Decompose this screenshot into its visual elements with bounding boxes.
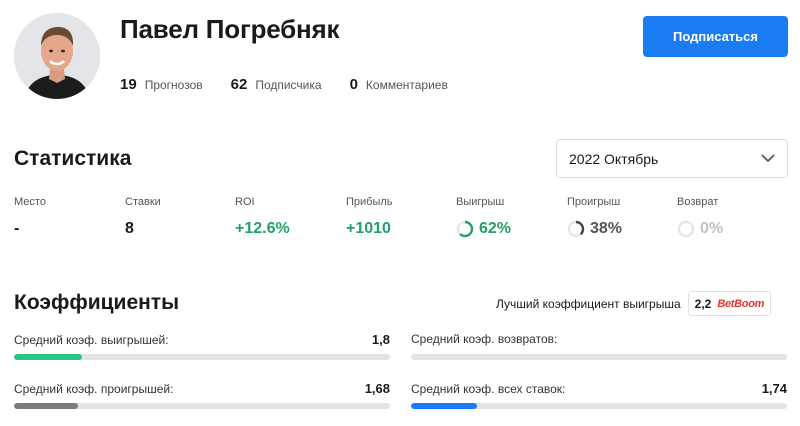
stat-label: Возврат [677,196,719,208]
stat-value-row: 0% [677,219,723,239]
coef-bar [14,403,390,409]
best-coefficient-value: 2,2 [694,296,712,311]
profile-name: Павел Погребняк [120,14,340,44]
coef-bar-fill [14,403,78,409]
best-coefficient-badge[interactable]: 2,2 BetBoom [687,291,772,316]
stat-value: 62% [479,220,512,237]
statistics-title: Статистика [14,147,132,170]
stat-value: +1010 [346,220,391,237]
stat-loss: Проигрыш 38% [567,196,622,239]
ring-track [677,220,695,238]
subscribers-count[interactable]: 62 Подписчика [231,76,322,93]
coef-bar [14,354,390,360]
coef-refunds: Средний коэф. возвратов: [411,332,787,360]
stat-label: Выигрыш [456,196,505,208]
coef-bar [411,354,787,360]
coef-wins: Средний коэф. выигрышей: 1,8 [14,332,390,360]
stat-value-row: 62% [456,219,511,239]
coef-all-bets: Средний коэф. всех ставок: 1,74 [411,381,787,409]
stat-label: Место [14,196,46,208]
coef-label: Средний коэф. всех ставок: [411,382,566,396]
loss-progress-ring [567,220,585,238]
chevron-down-icon [761,154,775,163]
subscribe-button[interactable]: Подписаться [643,16,788,57]
avatar-image [14,13,100,99]
period-select[interactable]: 2022 Октябрь [556,139,788,178]
stat-value-row: 38% [567,219,622,239]
coef-bar-fill [14,354,82,360]
coefficients-title: Коэффициенты [14,291,180,314]
best-coefficient-label: Лучший коэффициент выигрыша [496,296,681,311]
count-value: 19 [120,76,137,93]
coef-value: 1,68 [364,381,390,396]
coef-losses: Средний коэф. проигрышей: 1,68 [14,381,390,409]
stat-label: Прибыль [346,196,393,208]
coef-label: Средний коэф. проигрышей: [14,382,174,396]
stat-win: Выигрыш 62% [456,196,511,239]
coef-value: 1,74 [761,381,787,396]
comments-count[interactable]: 0 Комментариев [350,76,448,93]
coef-bar-fill [411,403,477,409]
stat-value: - [14,220,20,237]
stat-value: 0% [700,220,724,237]
best-coefficient: Лучший коэффициент выигрыша 2,2 BetBoom [496,291,772,316]
avatar [14,13,100,99]
stat-value: 8 [125,220,134,237]
stat-label: Ставки [125,196,161,208]
forecasts-count[interactable]: 19 Прогнозов [120,76,203,93]
win-progress-ring [456,220,474,238]
count-label: Прогнозов [144,78,203,92]
stat-value: +12.6% [235,220,290,237]
refund-progress-ring [677,220,695,238]
coef-label: Средний коэф. выигрышей: [14,333,169,347]
stat-place: Место - [14,196,46,239]
bookmaker-logo: BetBoom [717,297,765,310]
period-select-value: 2022 Октябрь [569,150,659,167]
stat-bets: Ставки 8 [125,196,161,239]
stat-roi: ROI +12.6% [235,196,290,239]
stat-value: 38% [590,220,623,237]
stat-profit: Прибыль +1010 [346,196,393,239]
coef-label: Средний коэф. возвратов: [411,332,558,346]
stat-label: ROI [235,196,255,208]
stat-label: Проигрыш [567,196,621,208]
coef-bar [411,403,787,409]
count-value: 62 [230,76,248,93]
count-label: Комментариев [365,78,448,92]
profile-counts: 19 Прогнозов 62 Подписчика 0 Комментарие… [120,76,476,93]
count-label: Подписчика [255,78,322,92]
coef-value: 1,8 [371,332,390,347]
stat-refund: Возврат 0% [677,196,723,239]
count-value: 0 [349,76,358,93]
